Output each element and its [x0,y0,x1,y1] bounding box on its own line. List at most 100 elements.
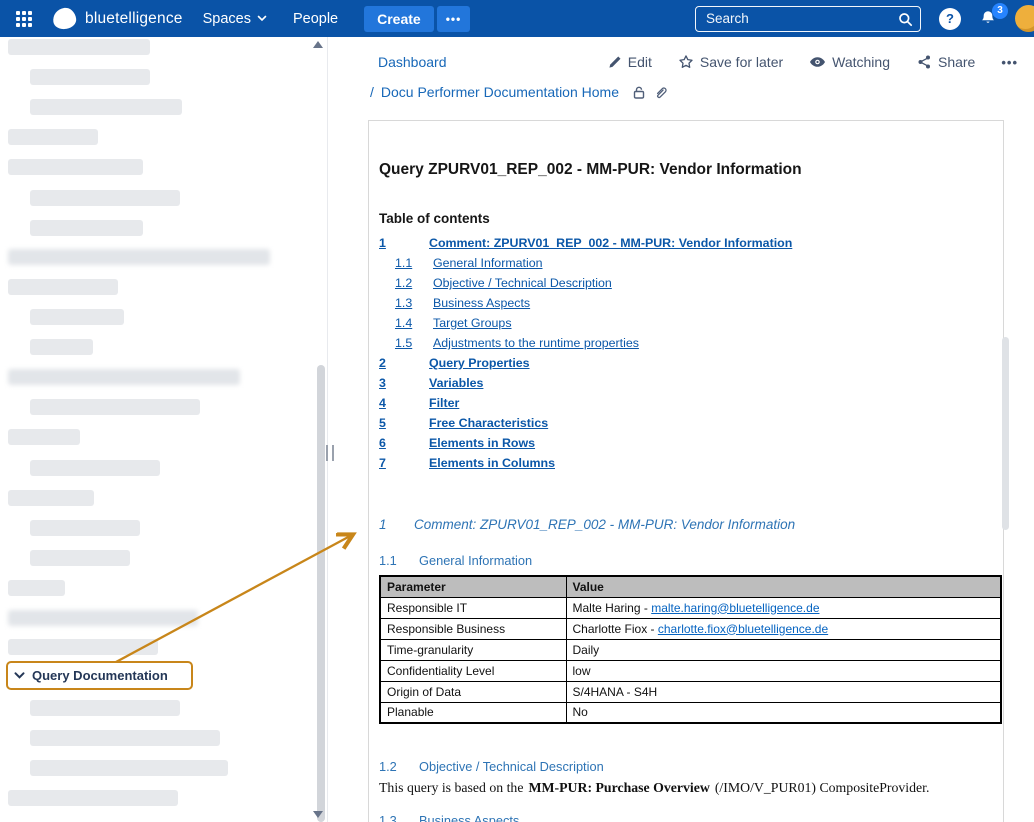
nav-spaces[interactable]: Spaces [203,11,267,27]
value-text: low [573,664,591,678]
table-header-row: Parameter Value [380,576,1001,597]
toc-link[interactable]: Elements in Rows [429,436,535,450]
sidebar-item-placeholder[interactable] [30,69,150,85]
toc-link[interactable]: Free Characteristics [429,416,548,430]
sidebar-item-placeholder[interactable] [30,700,180,716]
toc-link[interactable]: Elements in Columns [429,456,555,470]
app-switcher-icon[interactable] [16,11,32,27]
content-scrollbar[interactable] [1002,337,1009,530]
toc-entry: 1.4Target Groups [379,313,999,333]
toc-number-link[interactable]: 6 [379,436,429,450]
email-link[interactable]: charlotte.fiox@bluetelligence.de [658,622,828,636]
notifications-button[interactable]: 3 [979,9,999,29]
sidebar-item-placeholder[interactable] [8,429,80,445]
help-button[interactable]: ? [939,8,961,30]
scrollbar-up-arrow[interactable] [313,41,323,48]
toc-number-link[interactable]: 1.3 [395,296,433,310]
sidebar-item-query-documentation[interactable]: Query Documentation [14,661,168,690]
toc-link[interactable]: Adjustments to the runtime properties [433,336,639,350]
sidebar-item-placeholder[interactable] [8,249,270,265]
document-title: Query ZPURV01_REP_002 - MM-PUR: Vendor I… [379,161,802,179]
sidebar-item-placeholder[interactable] [8,129,98,145]
page-more-button[interactable]: ••• [1001,55,1018,70]
section-title: Objective / Technical Description [419,759,604,774]
bluetelligence-logo[interactable] [52,7,78,31]
sidebar-item-placeholder[interactable] [30,99,182,115]
sidebar-item-placeholder[interactable] [30,190,180,206]
section-number: 1.1 [379,553,419,568]
save-for-later-label: Save for later [700,54,783,70]
param-cell: Planable [380,702,566,723]
sidebar-item-placeholder[interactable] [30,760,228,776]
breadcrumb-current-link[interactable]: Docu Performer Documentation Home [381,84,619,100]
param-cell: Responsible Business [380,618,566,639]
toc-number-link[interactable]: 1 [379,236,429,250]
sidebar: Query Documentation [0,37,327,822]
sidebar-item-placeholder[interactable] [30,309,124,325]
toc-link[interactable]: Target Groups [433,316,512,330]
table-of-contents: 1Comment: ZPURV01_REP_002 - MM-PUR: Vend… [379,233,999,473]
toc-entry: 1.3Business Aspects [379,293,999,313]
value-text: No [573,705,588,719]
save-for-later-button[interactable]: Save for later [678,54,783,70]
search-input[interactable] [696,11,894,26]
sidebar-scrollbar[interactable] [317,365,325,822]
sidebar-item-placeholder[interactable] [30,220,143,236]
toc-number-link[interactable]: 7 [379,456,429,470]
create-more-button[interactable]: ••• [437,6,471,32]
nav-people[interactable]: People [293,11,338,27]
scrollbar-down-arrow[interactable] [313,811,323,818]
user-avatar[interactable] [1015,5,1034,32]
attachment-icon[interactable] [654,85,668,100]
sidebar-item-placeholder[interactable] [8,279,118,295]
section-number: 1.2 [379,759,419,774]
toc-link[interactable]: Objective / Technical Description [433,276,612,290]
sidebar-item-placeholder[interactable] [8,39,150,55]
toc-number-link[interactable]: 1.4 [395,316,433,330]
toc-link[interactable]: General Information [433,256,543,270]
param-cell: Confidentiality Level [380,660,566,681]
sidebar-item-placeholder[interactable] [8,369,240,385]
toc-link[interactable]: Business Aspects [433,296,530,310]
sidebar-item-placeholder[interactable] [8,610,198,626]
section-title: Business Aspects [419,813,519,822]
toc-link[interactable]: Filter [429,396,459,410]
section-title: Comment: ZPURV01_REP_002 - MM-PUR: Vendo… [414,517,795,532]
value-cell: Malte Haring - malte.haring@bluetelligen… [566,597,1001,618]
sidebar-item-placeholder[interactable] [8,790,178,806]
sidebar-item-placeholder[interactable] [30,730,220,746]
toc-link[interactable]: Query Properties [429,356,530,370]
notification-badge: 3 [992,3,1008,19]
column-header: Parameter [380,576,566,597]
sidebar-item-placeholder[interactable] [8,639,158,655]
share-button[interactable]: Share [916,54,975,70]
create-button[interactable]: Create [364,6,434,32]
sidebar-item-placeholder[interactable] [30,520,140,536]
breadcrumb-parent-link[interactable]: Dashboard [378,54,447,70]
toc-number-link[interactable]: 2 [379,356,429,370]
toc-link[interactable]: Variables [429,376,483,390]
watching-button[interactable]: Watching [809,54,890,70]
toc-link[interactable]: Comment: ZPURV01_REP_002 - MM-PUR: Vendo… [429,236,792,250]
sidebar-item-placeholder[interactable] [30,339,93,355]
search-icon[interactable] [898,12,913,27]
edit-button[interactable]: Edit [607,54,652,70]
unlock-icon[interactable] [632,85,646,100]
sidebar-item-placeholder[interactable] [8,490,94,506]
toc-number-link[interactable]: 1.1 [395,256,433,270]
toc-number-link[interactable]: 1.2 [395,276,433,290]
sidebar-resize-handle[interactable] [326,445,334,461]
toc-number-link[interactable]: 1.5 [395,336,433,350]
sidebar-item-placeholder[interactable] [30,399,200,415]
sidebar-item-placeholder[interactable] [30,550,130,566]
toc-number-link[interactable]: 5 [379,416,429,430]
param-cell: Origin of Data [380,681,566,702]
sidebar-item-placeholder[interactable] [8,580,65,596]
sidebar-item-placeholder[interactable] [30,460,160,476]
value-cell: S/4HANA - S4H [566,681,1001,702]
email-link[interactable]: malte.haring@bluetelligence.de [651,601,819,615]
toc-number-link[interactable]: 4 [379,396,429,410]
toc-number-link[interactable]: 3 [379,376,429,390]
sidebar-item-placeholder[interactable] [8,159,143,175]
brand-name[interactable]: bluetelligence [85,10,183,28]
